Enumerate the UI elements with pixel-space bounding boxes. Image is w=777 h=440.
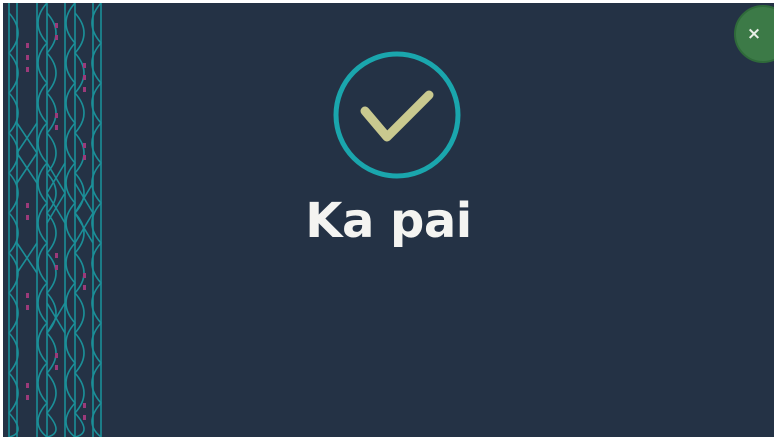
success-title: Ka pai [305, 193, 472, 249]
success-badge [331, 49, 463, 181]
close-icon: × [746, 23, 762, 44]
checkmark-icon [333, 51, 461, 179]
close-button[interactable]: × [734, 5, 774, 63]
success-dialog: × Ka pai [3, 3, 774, 437]
